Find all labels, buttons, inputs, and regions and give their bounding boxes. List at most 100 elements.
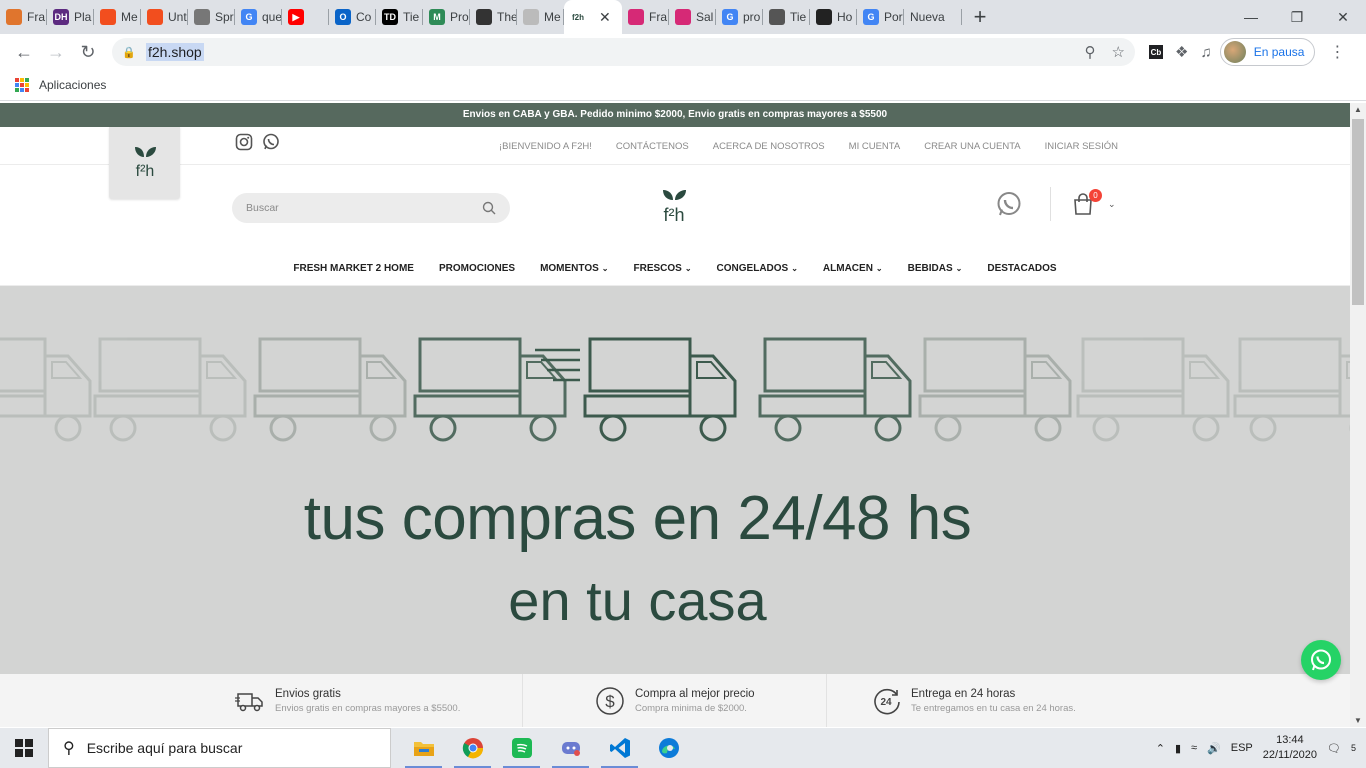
forward-icon[interactable]: →	[40, 42, 72, 63]
nav-item[interactable]: PROMOCIONES	[439, 263, 515, 274]
whatsapp-icon[interactable]	[262, 133, 280, 151]
browser-tab[interactable]: Ho	[810, 0, 857, 34]
minimize-icon[interactable]: —	[1228, 9, 1274, 26]
tab-favicon-icon	[523, 9, 539, 25]
back-icon[interactable]: ←	[8, 42, 40, 63]
browser-tab[interactable]: Gpro	[716, 0, 763, 34]
system-tray: ⌃ ▮ ≈ 🔊 ESP 13:44 22/11/2020 🗨 5	[1156, 733, 1366, 763]
close-window-icon[interactable]: ✕	[1320, 9, 1366, 26]
battery-icon[interactable]: ▮	[1175, 742, 1181, 755]
discord-app[interactable]	[546, 728, 595, 768]
browser-tab[interactable]: TD Tie	[376, 0, 423, 34]
language-indicator[interactable]: ESP	[1231, 742, 1253, 754]
reload-icon[interactable]: ↻	[72, 42, 104, 63]
zoom-icon[interactable]: ⚲	[1085, 43, 1096, 61]
header: Buscar f²h 0 ⌄	[0, 165, 1350, 251]
header-logo[interactable]: f²h	[656, 187, 692, 230]
top-link[interactable]: INICIAR SESIÓN	[1045, 141, 1118, 152]
top-link[interactable]: CONTÁCTENOS	[616, 141, 689, 152]
chevron-up-icon[interactable]: ⌃	[1156, 742, 1165, 755]
browser-tab[interactable]: Me	[517, 0, 564, 34]
hero-banner[interactable]: tus compras en 24/48 hs en tu casa	[0, 286, 1350, 674]
dollar-icon: $	[596, 686, 624, 715]
browser-menu-icon[interactable]: ⋮	[1329, 42, 1345, 62]
tab-favicon-icon	[6, 9, 22, 25]
whatsapp-icon[interactable]	[996, 191, 1022, 217]
browser-tab[interactable]: Spr	[188, 0, 235, 34]
browser-tab[interactable]: Unt	[141, 0, 188, 34]
bookmark-apps[interactable]: Aplicaciones	[39, 78, 106, 92]
nav-item[interactable]: DESTACADOS	[987, 263, 1056, 274]
apps-grid-icon[interactable]	[15, 78, 29, 92]
bookmark-star-icon[interactable]: ☆	[1112, 43, 1125, 61]
close-tab-icon[interactable]: ✕	[599, 9, 611, 26]
site-logo[interactable]: f²h	[109, 127, 180, 199]
nav-item[interactable]: CONGELADOS ⌄	[717, 263, 798, 274]
svg-text:f²h: f²h	[663, 205, 684, 225]
browser-tab[interactable]: Fra	[0, 0, 47, 34]
tab-new[interactable]: Nueva	[904, 0, 962, 34]
browser-tab[interactable]: Tie	[763, 0, 810, 34]
search-input[interactable]: Buscar	[232, 193, 510, 223]
top-link[interactable]: ACERCA DE NOSOTROS	[713, 141, 825, 152]
file-explorer-app[interactable]	[399, 728, 448, 768]
search-icon[interactable]	[482, 201, 496, 215]
volume-icon[interactable]: 🔊	[1207, 742, 1221, 755]
browser-tab[interactable]: DH Pla	[47, 0, 94, 34]
tab-favicon-icon	[816, 9, 832, 25]
nav-item[interactable]: MOMENTOS ⌄	[540, 263, 608, 274]
browser-tab[interactable]: Gque	[235, 0, 282, 34]
edge-app[interactable]	[644, 728, 693, 768]
whatsapp-chat-button[interactable]	[1301, 640, 1341, 680]
browser-tab[interactable]: Sal	[669, 0, 716, 34]
feature-best-price: $ Compra al mejor precio Compra minima d…	[595, 674, 755, 727]
chrome-app[interactable]	[448, 728, 497, 768]
taskbar-search-input[interactable]: ⚲ Escribe aquí para buscar	[48, 728, 391, 768]
scroll-down-icon[interactable]: ▼	[1350, 716, 1366, 725]
new-tab-button[interactable]: +	[962, 4, 998, 30]
feature-subtitle: Compra minima de $2000.	[635, 702, 747, 714]
nav-item[interactable]: ALMACEN ⌄	[823, 263, 883, 274]
start-button[interactable]	[0, 739, 48, 757]
scrollbar-thumb[interactable]	[1352, 119, 1364, 305]
extensions-puzzle-icon[interactable]: ❖	[1175, 43, 1188, 61]
top-links: ¡BIENVENIDO A F2H! CONTÁCTENOS ACERCA DE N…	[499, 127, 1118, 165]
media-control-icon[interactable]: ♫	[1200, 44, 1211, 61]
hero-subheadline: en tu casa	[508, 569, 767, 632]
tab-favicon-icon: G	[241, 9, 257, 25]
browser-tab[interactable]: f2h ✕	[564, 0, 622, 34]
tab-label: Tie	[403, 10, 420, 24]
feature-subtitle: Envios gratis en compras mayores a $5500…	[275, 702, 461, 714]
vscode-app[interactable]	[595, 728, 644, 768]
instagram-icon[interactable]	[235, 133, 253, 151]
tab-favicon-icon	[476, 9, 492, 25]
browser-tab[interactable]: G Por	[857, 0, 904, 34]
truck-icon	[253, 337, 407, 442]
spotify-app[interactable]	[497, 728, 546, 768]
top-link[interactable]: CREAR UNA CUENTA	[924, 141, 1020, 152]
page-scrollbar[interactable]: ▲ ▼	[1350, 103, 1366, 727]
nav-item[interactable]: FRESCOS ⌄	[634, 263, 692, 274]
clock[interactable]: 13:44 22/11/2020	[1263, 733, 1317, 763]
top-link[interactable]: ¡BIENVENIDO A F2H!	[499, 141, 592, 152]
browser-tab[interactable]: Me	[94, 0, 141, 34]
browser-tab[interactable]: ▶	[282, 0, 329, 34]
top-link[interactable]: MI CUENTA	[849, 141, 901, 152]
scroll-up-icon[interactable]: ▲	[1350, 105, 1366, 114]
nav-item[interactable]: BEBIDAS ⌄	[908, 263, 963, 274]
wifi-icon[interactable]: ≈	[1191, 742, 1197, 754]
nav-item[interactable]: FRESH MARKET 2 HOME	[293, 263, 414, 274]
notifications-icon[interactable]: 🗨	[1327, 742, 1341, 755]
extension-cb-icon[interactable]: Cb	[1149, 45, 1163, 59]
profile-button[interactable]: En pausa	[1219, 38, 1316, 66]
browser-tab[interactable]: Fra	[622, 0, 669, 34]
delivery-trucks-illustration	[0, 337, 1350, 442]
tab-favicon-icon: ▶	[288, 9, 304, 25]
address-bar[interactable]: 🔒 f2h.shop ⚲ ☆	[112, 38, 1135, 66]
browser-tab[interactable]: O Co	[329, 0, 376, 34]
svg-text:$: $	[605, 692, 615, 711]
browser-tab[interactable]: M Pro	[423, 0, 470, 34]
browser-tab[interactable]: The	[470, 0, 517, 34]
chevron-down-icon[interactable]: ⌄	[1108, 199, 1116, 210]
restore-icon[interactable]: ❐	[1274, 9, 1320, 26]
